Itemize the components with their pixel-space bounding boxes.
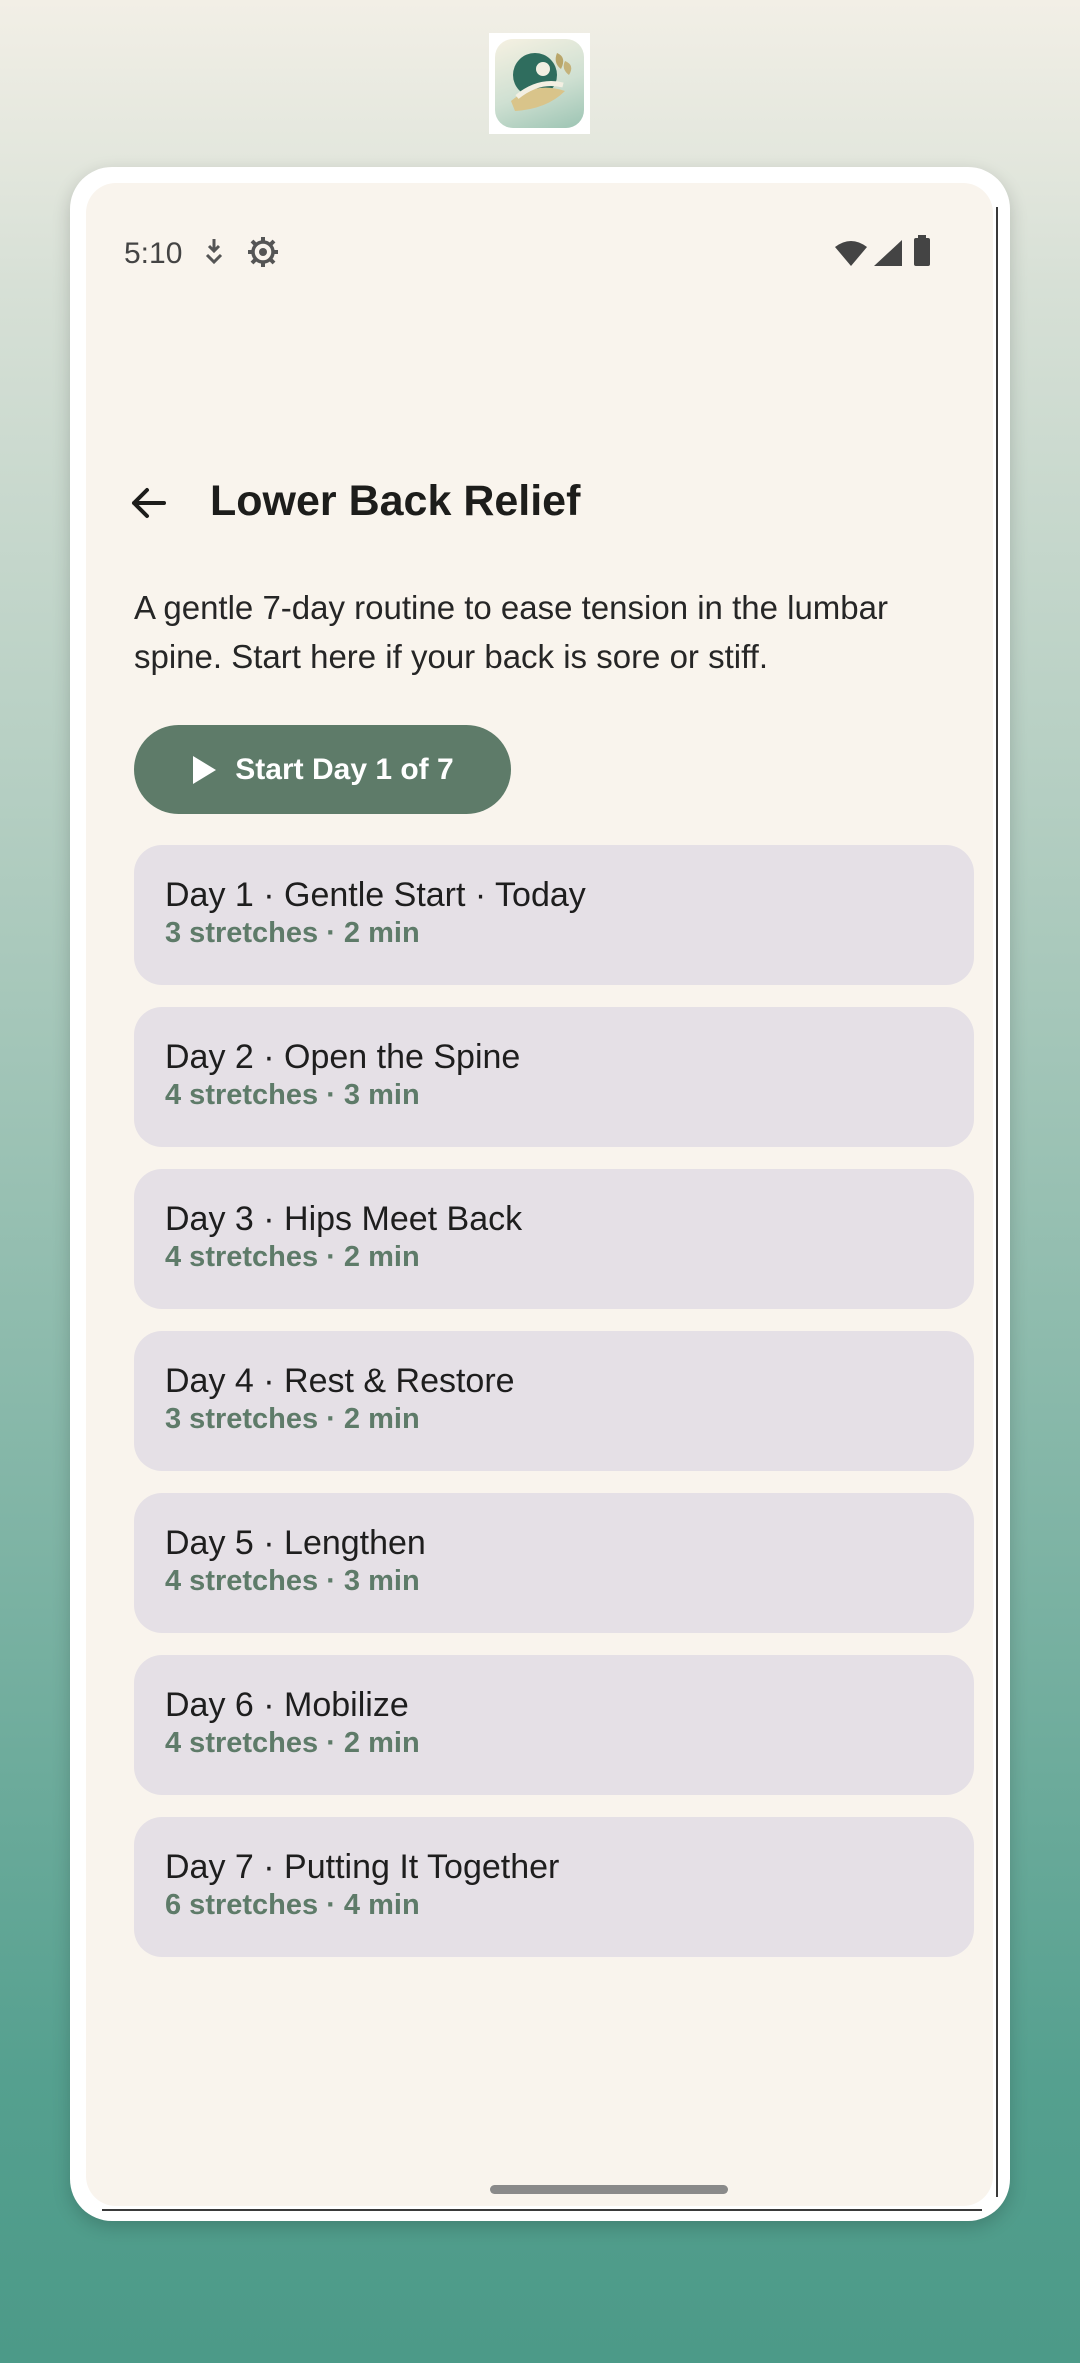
play-icon bbox=[193, 755, 217, 784]
day-card[interactable]: Day 6 · Mobilize 4 stretches · 2 min bbox=[134, 1655, 974, 1795]
day-subtitle: 3 stretches · 2 min bbox=[165, 917, 420, 949]
day-title: Day 7 · Putting It Together bbox=[165, 1848, 560, 1886]
status-bar: 5:10 bbox=[86, 183, 993, 293]
arrow-back-icon bbox=[132, 488, 166, 518]
start-day-button[interactable]: Start Day 1 of 7 bbox=[134, 725, 511, 814]
cell-signal-icon bbox=[873, 239, 903, 272]
day-subtitle: 4 stretches · 2 min bbox=[165, 1727, 420, 1759]
routine-description: A gentle 7-day routine to ease tension i… bbox=[134, 589, 888, 675]
day-card[interactable]: Day 2 · Open the Spine 4 stretches · 3 m… bbox=[134, 1007, 974, 1147]
download-icon bbox=[201, 235, 227, 272]
day-title: Day 6 · Mobilize bbox=[165, 1686, 409, 1724]
day-title: Day 5 · Lengthen bbox=[165, 1524, 426, 1562]
day-card[interactable]: Day 4 · Rest & Restore 3 stretches · 2 m… bbox=[134, 1331, 974, 1471]
device-frame: 5:10 Lower Back Relief A gentle 7-day ro… bbox=[70, 167, 1010, 2221]
wifi-icon bbox=[834, 239, 868, 272]
gesture-home-bar[interactable] bbox=[490, 2185, 728, 2194]
day-subtitle: 6 stretches · 4 min bbox=[165, 1889, 420, 1921]
day-title: Day 4 · Rest & Restore bbox=[165, 1362, 515, 1400]
day-card[interactable]: Day 7 · Putting It Together 6 stretches … bbox=[134, 1817, 974, 1957]
frame-edge-bottom bbox=[102, 2209, 982, 2211]
day-card[interactable]: Day 3 · Hips Meet Back 4 stretches · 2 m… bbox=[134, 1169, 974, 1309]
page-title: Lower Back Relief bbox=[210, 477, 581, 525]
battery-icon bbox=[913, 235, 931, 272]
day-list: Day 1 · Gentle Start · Today 3 stretches… bbox=[134, 845, 974, 1979]
day-card[interactable]: Day 1 · Gentle Start · Today 3 stretches… bbox=[134, 845, 974, 985]
app-screen: 5:10 Lower Back Relief A gentle 7-day ro… bbox=[86, 183, 993, 2206]
day-subtitle: 4 stretches · 3 min bbox=[165, 1079, 420, 1111]
top-app-bar: Lower Back Relief bbox=[86, 453, 993, 553]
frame-edge-right bbox=[996, 207, 998, 2197]
app-logo bbox=[489, 33, 590, 134]
day-subtitle: 4 stretches · 2 min bbox=[165, 1241, 420, 1273]
status-time: 5:10 bbox=[124, 237, 183, 270]
day-title: Day 3 · Hips Meet Back bbox=[165, 1200, 523, 1238]
day-subtitle: 4 stretches · 3 min bbox=[165, 1565, 420, 1597]
day-subtitle: 3 stretches · 2 min bbox=[165, 1403, 420, 1435]
day-title: Day 2 · Open the Spine bbox=[165, 1038, 521, 1076]
settings-gear-icon bbox=[246, 235, 280, 274]
day-title: Day 1 · Gentle Start · Today bbox=[165, 876, 586, 914]
start-day-label: Start Day 1 of 7 bbox=[235, 752, 454, 786]
back-button[interactable] bbox=[116, 471, 180, 535]
day-card[interactable]: Day 5 · Lengthen 4 stretches · 3 min bbox=[134, 1493, 974, 1633]
